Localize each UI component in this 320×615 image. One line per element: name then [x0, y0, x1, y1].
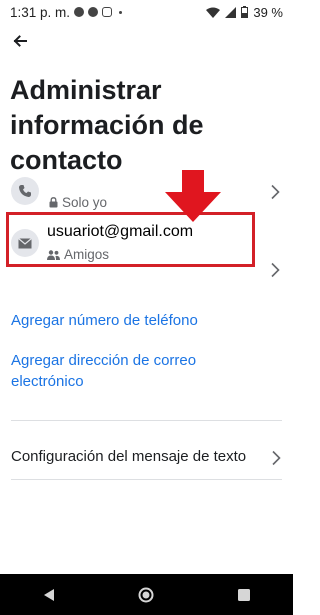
page-title: Administrar información de contacto	[10, 75, 204, 175]
status-right: 39 %	[206, 5, 283, 20]
chevron-right-icon	[271, 262, 280, 278]
nav-home-button[interactable]	[126, 580, 166, 610]
phone-privacy-label: Solo yo	[62, 195, 108, 210]
chevron-right-icon	[271, 184, 280, 200]
back-button[interactable]	[9, 30, 31, 52]
status-bar: 1:31 p. m. 39 %	[0, 0, 293, 24]
wifi-icon	[206, 7, 221, 18]
instagram-icon	[102, 7, 113, 17]
status-time: 1:31 p. m.	[10, 4, 71, 20]
sms-settings-row[interactable]: Configuración del mensaje de texto	[11, 448, 282, 470]
add-email-link[interactable]: Agregar dirección de correo electrónico	[11, 350, 241, 392]
phone-privacy: Solo yo	[49, 195, 107, 210]
phone-contact-row[interactable]: Solo yo	[0, 174, 293, 214]
divider	[11, 479, 282, 480]
lock-icon	[49, 197, 58, 208]
facebook-icon	[88, 7, 99, 17]
battery-percent: 39 %	[253, 4, 283, 20]
android-nav-bar	[0, 574, 293, 615]
sms-settings-label: Configuración del mensaje de texto	[11, 448, 247, 465]
divider	[11, 420, 282, 421]
recents-icon	[238, 588, 251, 601]
status-left: 1:31 p. m.	[10, 4, 123, 20]
nav-recents-button[interactable]	[224, 580, 264, 610]
chevron-right-icon	[272, 450, 281, 466]
notification-dot-icon	[119, 10, 123, 14]
messenger-icon	[74, 7, 85, 17]
back-icon	[43, 588, 54, 601]
nav-back-button[interactable]	[29, 580, 69, 610]
add-phone-link[interactable]: Agregar número de teléfono	[11, 310, 276, 331]
battery-icon	[241, 6, 249, 18]
home-icon	[138, 587, 154, 602]
phone-icon	[11, 177, 39, 205]
signal-icon	[225, 6, 237, 18]
back-arrow-icon	[13, 35, 27, 47]
red-arrow-annotation	[165, 170, 221, 222]
